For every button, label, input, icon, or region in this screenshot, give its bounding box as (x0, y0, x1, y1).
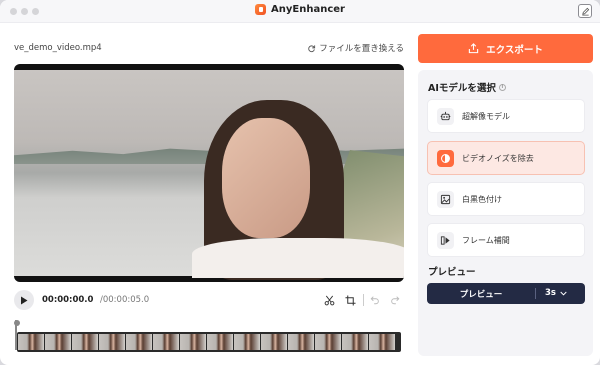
model-colorize[interactable]: 白黒色付け (427, 182, 585, 216)
app-title-text: AnyEnhancer (271, 4, 345, 15)
filmstrip-frame (180, 334, 206, 350)
toolbar-divider (363, 294, 364, 306)
denoise-icon (437, 149, 454, 167)
undo-button[interactable] (368, 293, 382, 307)
model-label: 白黒色付け (462, 194, 502, 204)
model-super-resolution[interactable]: 超解像モデル (427, 99, 585, 133)
timeline[interactable] (14, 318, 404, 352)
filmstrip-frame (99, 334, 125, 350)
app-logo-icon (255, 4, 267, 15)
play-button[interactable] (14, 290, 34, 310)
play-icon (21, 296, 28, 304)
model-label: フレーム補間 (462, 235, 510, 245)
title-bar: AnyEnhancer (0, 0, 600, 23)
preview-heading: プレビュー (428, 267, 476, 278)
crop-icon (344, 294, 356, 306)
undo-icon (370, 296, 379, 305)
filmstrip-frame (369, 334, 395, 350)
playback-controls: 00:00:00.0 /00:00:05.0 (14, 290, 404, 310)
video-frame (14, 70, 404, 280)
filmstrip-frame (261, 334, 287, 350)
scissors-icon (324, 295, 334, 305)
preview-duration-value: 3s (545, 288, 556, 298)
video-subject-shirt (192, 238, 404, 278)
refresh-icon (308, 44, 316, 52)
model-frame-interpolation[interactable]: フレーム補間 (427, 223, 585, 257)
crop-button[interactable] (343, 293, 357, 307)
model-label: 超解像モデル (462, 111, 510, 121)
ai-model-title: AIモデルを選択 (428, 83, 496, 94)
replace-file-label: ファイルを置き換える (319, 44, 404, 54)
feedback-button[interactable] (578, 4, 592, 18)
app-window: AnyEnhancer ve_demo_video.mp4 ファイルを置き換える (0, 0, 600, 365)
filmstrip[interactable] (17, 332, 401, 352)
filmstrip-frame (72, 334, 98, 350)
file-name: ve_demo_video.mp4 (14, 43, 102, 53)
filmstrip-frame (126, 334, 152, 350)
preview-control: プレビュー 3s (427, 283, 585, 304)
playhead[interactable] (14, 320, 20, 350)
app-title: AnyEnhancer (0, 4, 600, 15)
filmstrip-frame (234, 334, 260, 350)
video-subject-face (222, 118, 310, 238)
total-time: /00:00:05.0 (100, 295, 150, 305)
export-label: エクスポート (486, 44, 543, 56)
settings-panel: AIモデルを選択 i 超解像モデル ビデオノイズを除去 白黒色付け フレーム補間… (418, 70, 593, 356)
preview-divider (535, 288, 536, 299)
redo-icon (391, 296, 400, 305)
model-video-denoise[interactable]: ビデオノイズを除去 (427, 141, 585, 175)
replace-file-button[interactable]: ファイルを置き換える (307, 42, 404, 54)
filmstrip-frame (207, 334, 233, 350)
filmstrip-frame (153, 334, 179, 350)
filmstrip-frame (18, 334, 44, 350)
colorize-icon (437, 190, 454, 208)
chevron-down-icon (560, 291, 567, 295)
filmstrip-frame (315, 334, 341, 350)
export-button[interactable]: エクスポート (418, 34, 593, 63)
ai-model-heading: AIモデルを選択 i (428, 80, 506, 94)
robot-icon (437, 107, 454, 125)
video-preview[interactable] (14, 64, 404, 282)
model-label: ビデオノイズを除去 (462, 153, 534, 163)
info-icon[interactable]: i (498, 83, 506, 91)
pencil-icon (581, 7, 589, 16)
cut-button[interactable] (322, 293, 336, 307)
playhead-handle[interactable] (14, 320, 20, 326)
preview-duration-select[interactable]: 3s (545, 288, 567, 298)
preview-button[interactable]: プレビュー (427, 288, 535, 300)
current-time: 00:00:00.0 (42, 295, 94, 305)
filmstrip-frame (342, 334, 368, 350)
redo-button[interactable] (388, 293, 402, 307)
frame-interpolation-icon (437, 231, 454, 249)
export-icon (468, 43, 479, 54)
filmstrip-frame (45, 334, 71, 350)
filmstrip-frame (288, 334, 314, 350)
